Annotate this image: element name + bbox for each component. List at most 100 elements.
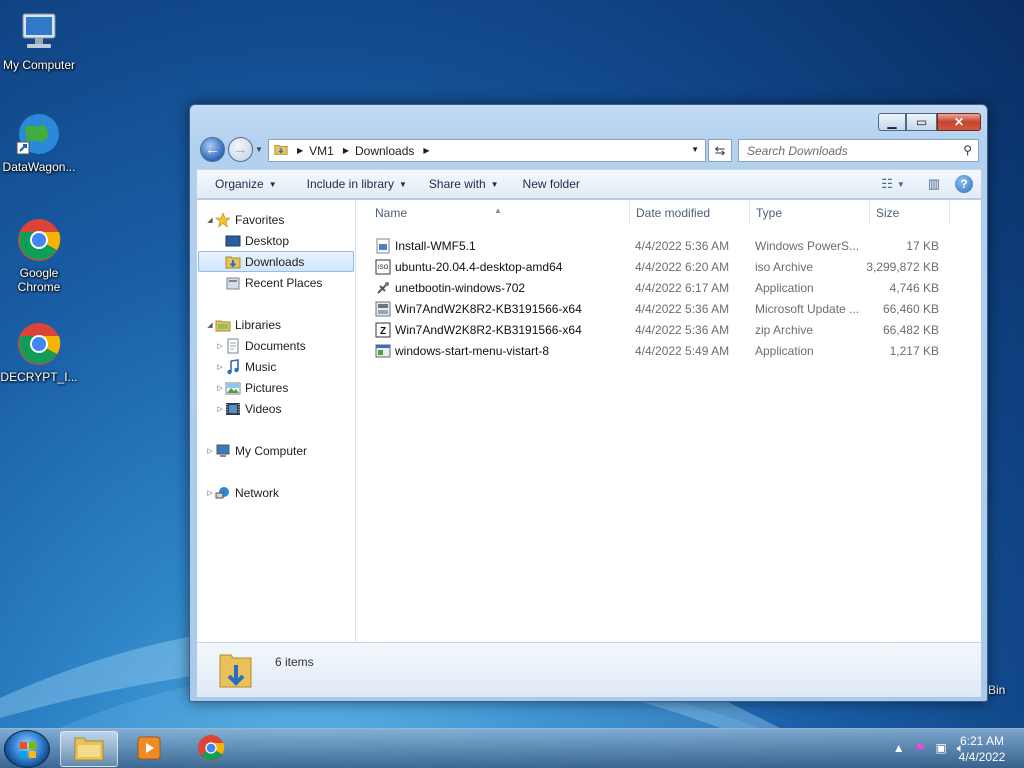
computer-icon [15,8,63,56]
expand-triangle-icon[interactable]: ▷ [215,405,225,413]
breadcrumb-vm1[interactable]: VM1 [309,144,334,158]
nav-documents[interactable]: ▷ Documents [215,335,306,356]
minimize-button[interactable]: ▁ [878,113,906,131]
expand-triangle-icon[interactable]: ▷ [205,447,215,455]
forward-button[interactable]: → [228,137,253,162]
recycle-bin-label[interactable]: Bin [988,683,1005,697]
show-hidden-icons-icon[interactable]: ▲ [893,741,905,756]
breadcrumb-separator[interactable]: ▶ [343,146,349,155]
file-row[interactable]: ISO ubuntu-20.04.4-desktop-amd64 4/4/202… [357,256,981,277]
media-player-icon [135,735,163,764]
file-row[interactable]: Install-WMF5.1 4/4/2022 5:36 AM Windows … [357,235,981,256]
nav-label: Favorites [235,212,285,227]
share-with-label: Share with [428,177,486,191]
address-dropdown-icon[interactable]: ▼ [691,145,699,154]
file-row[interactable]: unetbootin-windows-702 4/4/2022 6:17 AM … [357,277,981,298]
computer-icon [215,443,231,459]
folder-icon [274,142,288,159]
clock[interactable]: 6:21 AM 4/4/2022 [952,733,1012,765]
nav-label: Desktop [245,233,290,248]
desktop-icon-google-chrome[interactable]: Google Chrome [0,216,78,294]
file-date: 4/4/2022 6:20 AM [635,260,730,274]
nav-my-computer[interactable]: ▷ My Computer [205,440,307,461]
recent-places-icon [225,275,241,291]
include-in-library-button[interactable]: Include in library ▼ [298,177,416,191]
nav-recent-places[interactable]: Recent Places [225,272,322,293]
nav-downloads[interactable]: Downloads [198,251,354,272]
item-count: 6 items [275,655,314,669]
column-type[interactable]: Type [756,206,782,220]
organize-button[interactable]: Organize ▼ [197,177,286,191]
sort-ascending-icon: ▲ [494,206,502,215]
search-icon[interactable]: ⚲ [963,143,972,157]
change-view-icon[interactable]: ☷ ▼ [873,173,913,195]
column-size[interactable]: Size [876,206,899,220]
breadcrumb-separator[interactable]: ▶ [423,146,429,155]
nav-pictures[interactable]: ▷ Pictures [215,377,288,398]
file-type: zip Archive [755,323,814,337]
nav-favorites[interactable]: ◢ Favorites [205,209,284,230]
taskbar: ▲ ⚑ ▣ 🔈︎ 6:21 AM 4/4/2022 [0,728,1024,768]
close-button[interactable]: ✕ [937,113,981,131]
back-button[interactable]: ← [200,137,225,162]
breadcrumb-downloads[interactable]: Downloads [355,144,414,158]
organize-label: Organize [215,177,264,191]
share-with-button[interactable]: Share with ▼ [420,177,508,191]
desktop-icon-decrypt[interactable]: DECRYPT_I... [0,320,78,384]
column-name[interactable]: Name [375,206,407,220]
chevron-down-icon: ▼ [399,179,407,189]
file-row[interactable]: windows-start-menu-vistart-8 4/4/2022 5:… [357,340,981,361]
file-row[interactable]: Win7AndW2K8R2-KB3191566-x64 4/4/2022 5:3… [357,298,981,319]
desktop-icon-label: DataWagon... [2,160,76,174]
svg-text:ISO: ISO [378,265,389,271]
maximize-button[interactable]: ▭ [906,113,937,131]
search-input[interactable]: Search Downloads ⚲ [738,139,979,162]
file-size: 66,460 KB [882,302,939,316]
nav-label: Pictures [245,380,289,395]
network-status-icon[interactable]: ▣ [935,741,946,756]
address-bar[interactable]: ▶ VM1 ▶ Downloads ▶ ▼ [268,139,706,162]
nav-label: My Computer [235,443,308,458]
refresh-button[interactable]: ⇆ [708,139,732,162]
taskbar-media-player-button[interactable] [120,731,178,767]
column-date-modified[interactable]: Date modified [636,206,710,220]
expand-triangle-icon[interactable]: ▷ [205,489,215,497]
taskbar-explorer-button[interactable] [60,731,118,767]
nav-label: Recent Places [245,275,323,290]
help-icon[interactable]: ? [955,175,973,193]
action-center-flag-icon[interactable]: ⚑ [915,741,926,756]
expand-triangle-icon[interactable]: ▷ [215,363,225,371]
collapse-triangle-icon[interactable]: ◢ [205,321,215,329]
videos-icon [225,401,241,417]
preview-pane-icon[interactable]: ▥ [921,173,947,195]
nav-network[interactable]: ▷ Network [205,482,279,503]
nav-label: Downloads [245,254,305,269]
nav-desktop[interactable]: Desktop [225,230,289,251]
new-folder-button[interactable]: New folder [514,177,589,191]
star-icon [215,211,231,228]
start-button[interactable] [4,730,50,768]
file-date: 4/4/2022 5:36 AM [635,239,730,253]
nav-label: Music [245,359,277,374]
nav-videos[interactable]: ▷ Videos [215,398,281,419]
recent-pages-dropdown[interactable]: ▼ [255,145,263,154]
nav-label: Libraries [235,317,282,332]
file-name: unetbootin-windows-702 [395,281,526,295]
nav-music[interactable]: ▷ Music [215,356,276,377]
downloads-folder-icon [225,254,241,270]
desktop-icon-my-computer[interactable]: My Computer [0,8,78,72]
file-type: iso Archive [755,260,814,274]
nav-libraries[interactable]: ◢ Libraries [205,314,281,335]
desktop-icon-label: My Computer [2,58,76,72]
file-list: ▲ Name Date modified Type Size Install-W… [357,200,981,642]
taskbar-chrome-button[interactable] [182,731,240,767]
expand-triangle-icon[interactable]: ▷ [215,384,225,392]
chrome-icon [196,733,226,766]
desktop-icon-datawagon[interactable]: DataWagon... [0,110,78,174]
collapse-triangle-icon[interactable]: ◢ [205,216,215,224]
file-name: Install-WMF5.1 [395,239,476,253]
breadcrumb-separator[interactable]: ▶ [297,146,303,155]
expand-triangle-icon[interactable]: ▷ [215,342,225,350]
file-name: Win7AndW2K8R2-KB3191566-x64 [395,323,582,337]
file-row[interactable]: Z Win7AndW2K8R2-KB3191566-x64 4/4/2022 5… [357,319,981,340]
